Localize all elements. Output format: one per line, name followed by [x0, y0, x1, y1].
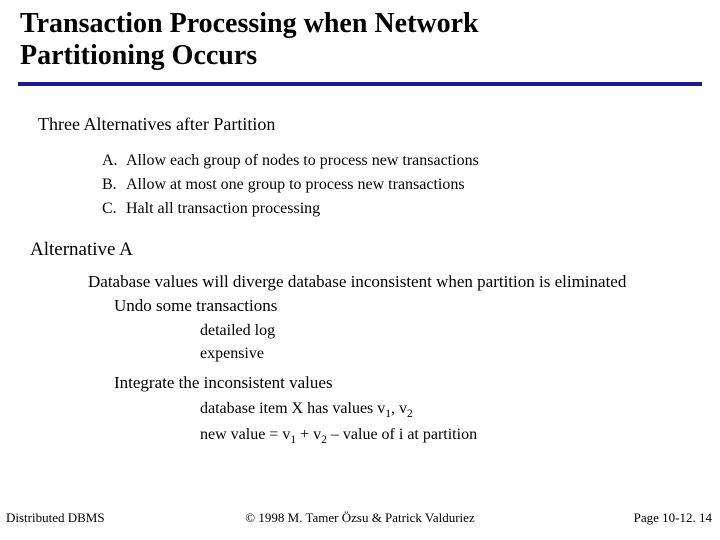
list-item: A. Allow each group of nodes to process …	[102, 149, 720, 173]
undo-heading: Undo some transactions	[114, 296, 720, 316]
list-item: C. Halt all transaction processing	[102, 197, 720, 221]
alternatives-list: A. Allow each group of nodes to process …	[102, 149, 720, 221]
list-item: B. Allow at most one group to process ne…	[102, 173, 720, 197]
enum-text: Allow at most one group to process new t…	[126, 173, 465, 197]
subscript: 2	[407, 408, 413, 420]
footer-center: © 1998 M. Tamer Özsu & Patrick Valduriez	[0, 510, 720, 526]
alternative-a-paragraph: Database values will diverge database in…	[88, 271, 720, 294]
list-item: detailed log	[200, 320, 720, 342]
title-block: Transaction Processing when Network Part…	[0, 0, 720, 78]
text: , v	[391, 400, 407, 417]
integrate-details: database item X has values v1, v2 new va…	[200, 397, 720, 449]
slide-title: Transaction Processing when Network Part…	[20, 8, 702, 72]
footer: Distributed DBMS © 1998 M. Tamer Özsu & …	[0, 510, 720, 532]
integrate-line-1: database item X has values v1, v2	[200, 397, 720, 423]
content: Three Alternatives after Partition A. Al…	[0, 86, 720, 448]
enum-letter: B.	[102, 173, 126, 197]
title-line-1: Transaction Processing when Network	[20, 8, 479, 39]
text: database item X has values v	[200, 400, 385, 417]
section-heading: Three Alternatives after Partition	[38, 114, 720, 135]
alternative-a-heading: Alternative A	[30, 239, 720, 261]
slide: Transaction Processing when Network Part…	[0, 0, 720, 540]
enum-letter: A.	[102, 149, 126, 173]
text: – value of i at partition	[327, 426, 477, 443]
integrate-heading: Integrate the inconsistent values	[114, 373, 720, 393]
title-line-2: Partitioning Occurs	[20, 40, 257, 71]
undo-items: detailed log expensive	[200, 320, 720, 365]
text: new value = v	[200, 426, 290, 443]
enum-text: Allow each group of nodes to process new…	[126, 149, 479, 173]
text: + v	[296, 426, 321, 443]
integrate-line-2: new value = v1 + v2 – value of i at part…	[200, 423, 720, 449]
list-item: expensive	[200, 343, 720, 365]
footer-right: Page 10-12. 14	[634, 510, 712, 526]
enum-text: Halt all transaction processing	[126, 197, 320, 221]
enum-letter: C.	[102, 197, 126, 221]
